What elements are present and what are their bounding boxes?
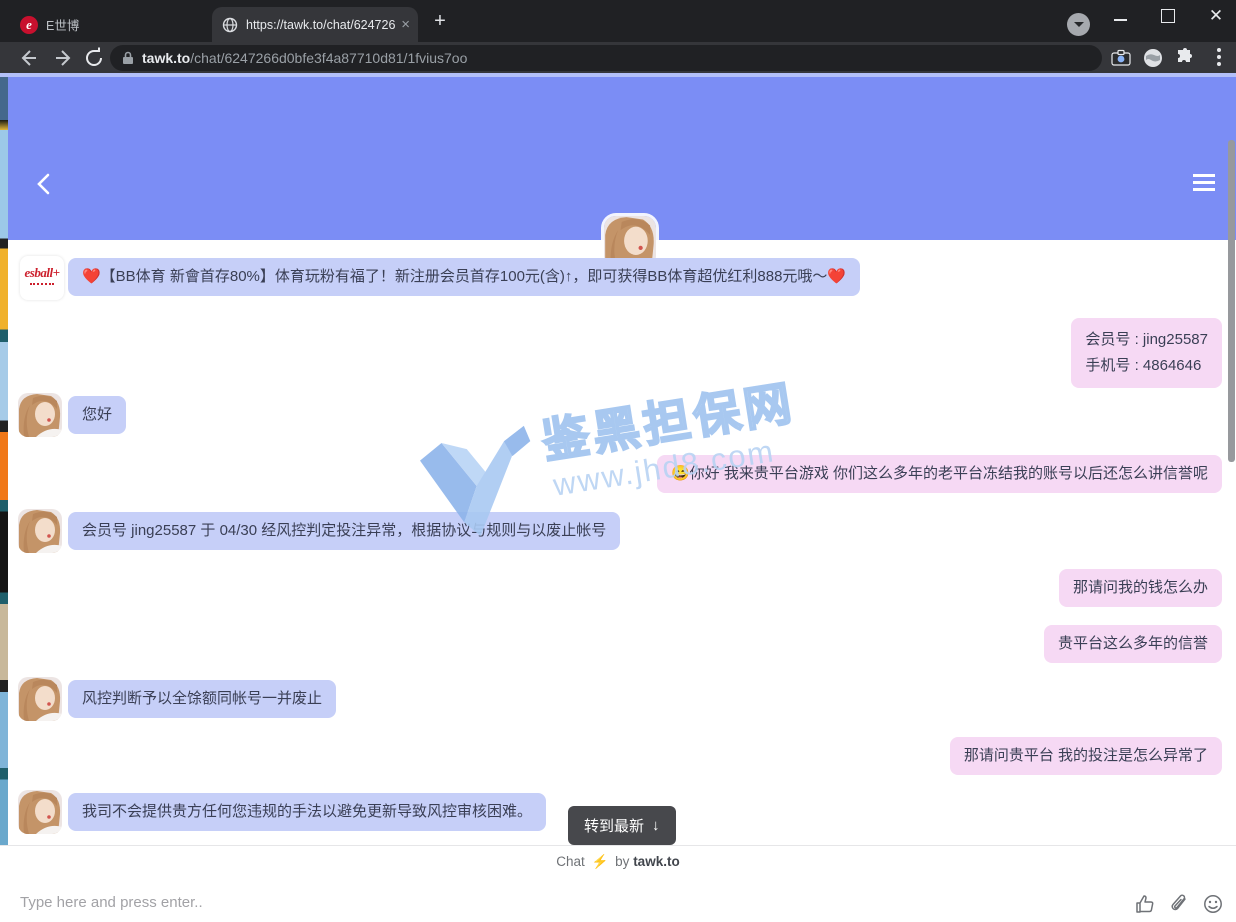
- brand-name: tawk.to: [633, 854, 680, 869]
- tab-title: https://tawk.to/chat/6247266d: [246, 18, 395, 32]
- agent-avatar: [18, 677, 62, 721]
- message-bubble-visitor: 那请问贵平台 我的投注是怎么异常了: [950, 737, 1222, 775]
- message-bubble-agent: ❤️【BB体育 新會首存80%】体育玩粉有福了！新注册会员首存100元(含)↑，…: [68, 258, 860, 296]
- new-tab-button[interactable]: +: [428, 10, 452, 34]
- tawkto-branding[interactable]: Chat ⚡ by tawk.to: [0, 854, 1236, 870]
- extensions-puzzle-icon[interactable]: [1174, 47, 1196, 69]
- message-bubble-agent: 您好: [68, 396, 126, 434]
- jump-to-latest-button[interactable]: 转到最新 ↓: [568, 806, 676, 845]
- tab-search-caret-icon[interactable]: [1067, 13, 1090, 36]
- background-page-sliver: [0, 77, 8, 845]
- url-bar[interactable]: tawk.to/chat/6247266d0bfe3f4a87710d81/1f…: [110, 45, 1102, 71]
- url-path: /chat/6247266d0bfe3f4a87710d81/1fvius7oo: [190, 50, 467, 66]
- message-bubble-visitor: 那请问我的钱怎么办: [1059, 569, 1222, 607]
- back-arrow-icon[interactable]: [16, 46, 40, 70]
- chat-header: 童川蔷: [8, 77, 1236, 240]
- browser-tab-bar: e E世博 × https://tawk.to/chat/6247266d × …: [0, 0, 1236, 42]
- thumbs-up-icon[interactable]: [1134, 893, 1156, 915]
- back-chevron-icon[interactable]: [30, 169, 60, 199]
- chat-menu-icon[interactable]: [1193, 174, 1215, 191]
- forward-arrow-icon[interactable]: [52, 46, 76, 70]
- down-arrow-icon: ↓: [652, 817, 660, 834]
- brand-by-label: by: [615, 854, 629, 869]
- paperclip-icon[interactable]: [1168, 893, 1190, 915]
- esball-logo: esball+: [20, 265, 64, 281]
- screenshot-extension-icon[interactable]: [1110, 47, 1132, 69]
- window-maximize-button[interactable]: [1161, 9, 1175, 23]
- scrollbar-thumb[interactable]: [1228, 140, 1235, 462]
- agent-avatar: [18, 393, 62, 437]
- bolt-icon: ⚡: [592, 854, 609, 869]
- lock-icon: [122, 51, 134, 65]
- message-bubble-agent: 风控判断予以全馀额同帐号一并废止: [68, 680, 336, 718]
- tab-esball[interactable]: e E世博 ×: [14, 7, 240, 42]
- brand-chat-label: Chat: [556, 854, 585, 869]
- browser-window: e E世博 × https://tawk.to/chat/6247266d × …: [0, 0, 1236, 922]
- reload-icon[interactable]: [82, 46, 106, 70]
- message-bubble-visitor: 😄你好 我来贵平台游戏 你们这么多年的老平台冻结我的账号以后还怎么讲信誉呢: [657, 455, 1222, 493]
- esball-logo-subline: [30, 283, 54, 285]
- message-bubble-agent: 会员号 jing25587 于 04/30 经风控判定投注异常，根据协议与规则与…: [68, 512, 620, 550]
- agent-avatar: [18, 790, 62, 834]
- chat-input[interactable]: [18, 888, 922, 916]
- tab-title: E世博: [46, 15, 217, 34]
- message-bubble-visitor: 贵平台这么多年的信誉: [1044, 625, 1222, 663]
- globe-favicon-icon: [222, 17, 238, 33]
- jump-to-latest-label: 转到最新: [584, 815, 644, 836]
- tab-tawkto[interactable]: https://tawk.to/chat/6247266d ×: [212, 7, 418, 42]
- tab-close-icon[interactable]: ×: [401, 16, 410, 33]
- url-host: tawk.to: [142, 50, 190, 66]
- esball-favicon-icon: e: [20, 16, 38, 34]
- message-bubble-visitor: 会员号 : jing25587 手机号 : 4864646: [1071, 318, 1222, 388]
- window-minimize-button[interactable]: [1114, 19, 1127, 21]
- browser-menu-kebab-icon[interactable]: [1217, 48, 1221, 52]
- agent-avatar: [18, 509, 62, 553]
- smiley-icon[interactable]: [1202, 893, 1224, 915]
- footer-divider: [0, 845, 1236, 846]
- message-bubble-agent: 我司不会提供贵方任何您违规的手法以避免更新导致风控审核困难。: [68, 793, 546, 831]
- esball-avatar: esball+: [20, 256, 64, 300]
- browser-toolbar: tawk.to/chat/6247266d0bfe3f4a87710d81/1f…: [0, 42, 1236, 73]
- profile-globe-icon[interactable]: [1142, 47, 1164, 69]
- window-close-button[interactable]: ✕: [1204, 4, 1228, 28]
